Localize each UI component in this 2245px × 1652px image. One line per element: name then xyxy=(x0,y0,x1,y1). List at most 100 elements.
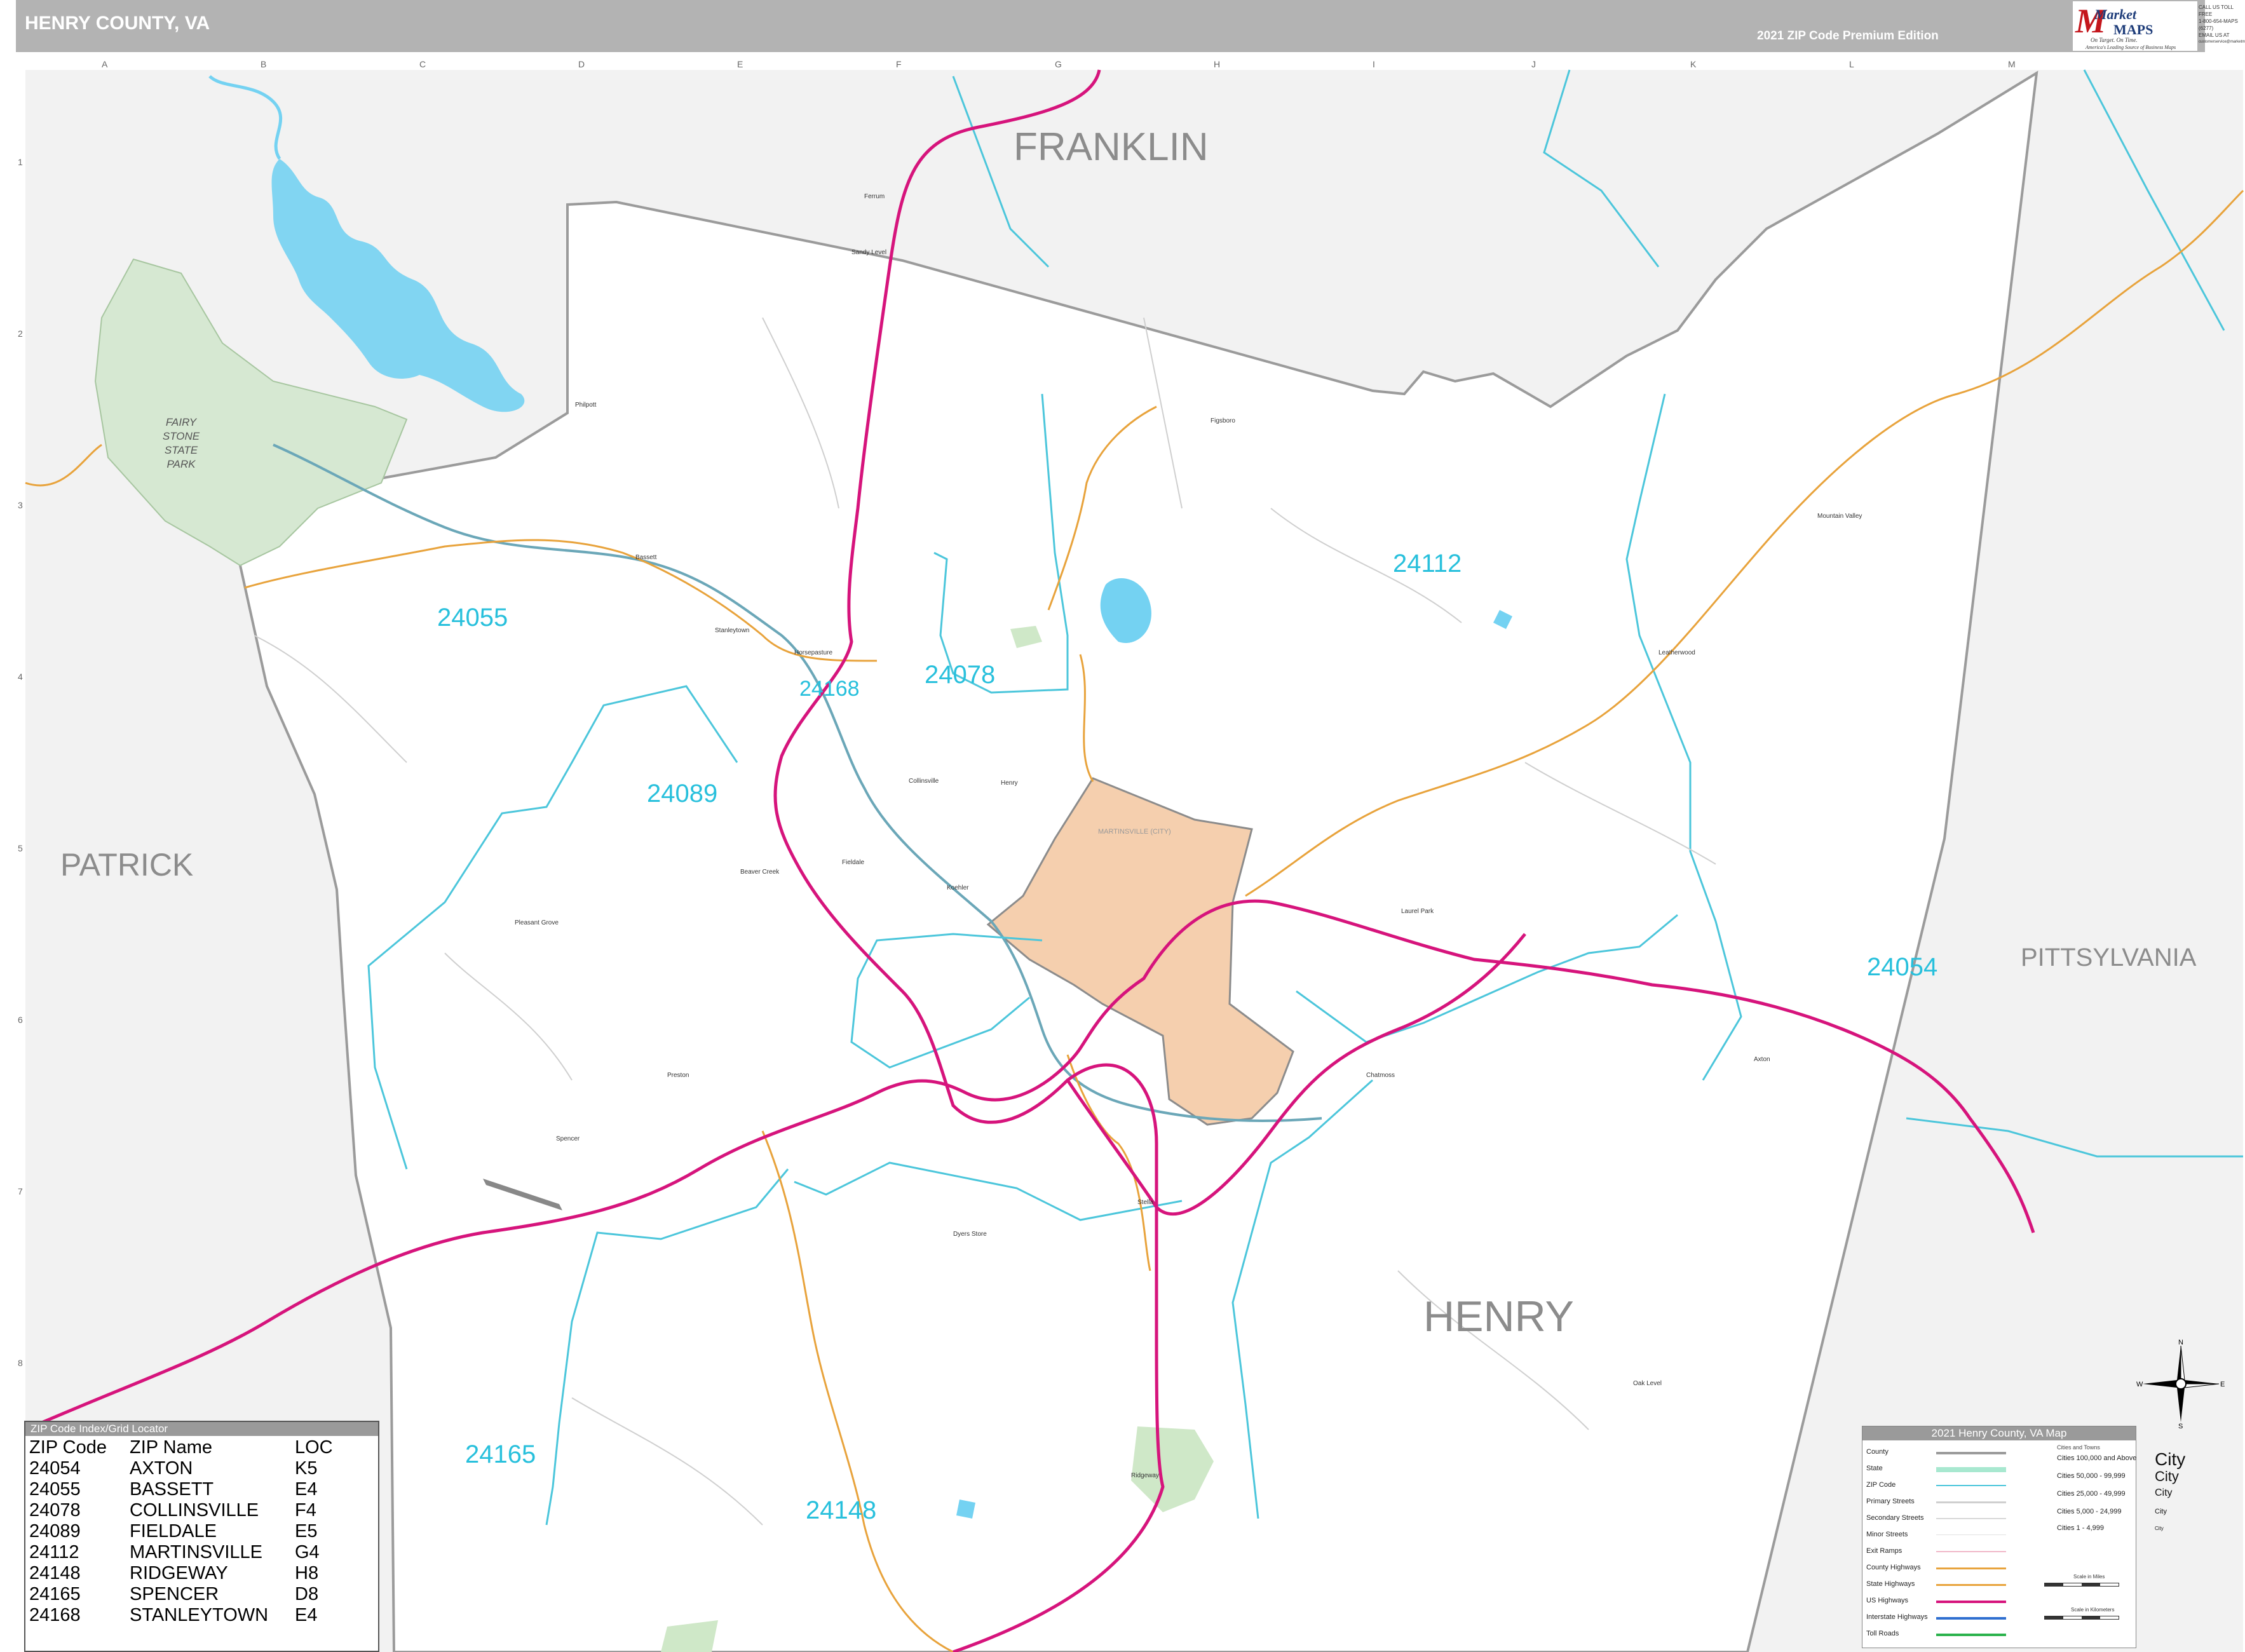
grid-row-label: 2 xyxy=(18,328,23,339)
legend-swatch xyxy=(1936,1452,2006,1454)
grid-col-label: L xyxy=(1849,59,1854,69)
zip-cell: 24078 xyxy=(29,1500,81,1520)
legend-item: Toll Roads xyxy=(1866,1630,1899,1637)
zip-name-cell: RIDGEWAY xyxy=(130,1563,228,1583)
county-label-franklin: FRANKLIN xyxy=(1014,125,1209,169)
grid-row-label: 4 xyxy=(18,672,23,682)
table-row: 24055 BASSETT E4 xyxy=(29,1479,358,1500)
legend-item: State xyxy=(1866,1465,1883,1472)
legend-swatch xyxy=(1936,1617,2006,1620)
city-class-range: Cities 25,000 - 49,999 xyxy=(2057,1490,2126,1498)
place-label: Stella xyxy=(1137,1199,1153,1206)
zip-name-cell: COLLINSVILLE xyxy=(130,1500,259,1520)
place-label: Laurel Park xyxy=(1401,908,1434,915)
grid-row-label: 3 xyxy=(18,500,23,510)
loc-cell: G4 xyxy=(295,1542,320,1562)
place-label: Preston xyxy=(667,1072,689,1079)
loc-cell: E4 xyxy=(295,1479,318,1500)
city-class-label: City xyxy=(2155,1526,2164,1531)
zip-cell: 24148 xyxy=(29,1563,81,1583)
park-label-line: FAIRY xyxy=(166,416,198,428)
place-label: Dyers Store xyxy=(953,1231,987,1238)
legend-item: ZIP Code xyxy=(1866,1481,1896,1489)
zip-cell: 24165 xyxy=(29,1584,81,1604)
grid-col-label: D xyxy=(578,59,585,69)
legend-item: Exit Ramps xyxy=(1866,1547,1902,1555)
compass-w-label: W xyxy=(2136,1381,2143,1388)
zip-label-24148: 24148 xyxy=(806,1496,876,1524)
park-label-line: STONE xyxy=(163,430,200,442)
city-class-range: Cities 50,000 - 99,999 xyxy=(2057,1472,2126,1480)
grid-row-label: 7 xyxy=(18,1186,23,1196)
zip-name-cell: AXTON xyxy=(130,1458,193,1479)
city-label-martinsville: MARTINSVILLE (CITY) xyxy=(1098,828,1171,836)
legend-swatch xyxy=(1936,1584,2006,1586)
county-label-henry: HENRY xyxy=(1423,1292,1574,1341)
grid-col-label: I xyxy=(1373,59,1375,69)
loc-cell: E4 xyxy=(295,1605,318,1625)
scale-bar-km xyxy=(2044,1616,2119,1620)
zip-code-index: ZIP Code Index/Grid Locator ZIP Code ZIP… xyxy=(24,1421,379,1652)
grid-col-label: F xyxy=(896,59,902,69)
legend-swatch xyxy=(1936,1551,2006,1552)
city-class-range: Cities 5,000 - 24,999 xyxy=(2057,1508,2122,1515)
park-label-line: PARK xyxy=(166,458,196,470)
place-label: Bassett xyxy=(635,554,657,561)
zip-name-cell: FIELDALE xyxy=(130,1521,217,1541)
grid-col-label: J xyxy=(1531,59,1536,69)
legend-swatch xyxy=(1936,1634,2006,1636)
zip-cell: 24112 xyxy=(29,1542,79,1562)
table-row: 24089 FIELDALE E5 xyxy=(29,1521,358,1542)
legend-swatch xyxy=(1936,1485,2006,1486)
legend-title: 2021 Henry County, VA Map xyxy=(1862,1426,2136,1440)
grid-col-label: A xyxy=(102,59,108,69)
zip-cell: 24054 xyxy=(29,1458,81,1479)
county-label-patrick: PATRICK xyxy=(60,847,193,883)
zip-label-24089: 24089 xyxy=(647,780,717,808)
place-label: Leatherwood xyxy=(1658,649,1695,656)
place-label: Koehler xyxy=(947,884,969,891)
table-row: 24148 RIDGEWAY H8 xyxy=(29,1563,358,1584)
place-label: Horsepasture xyxy=(794,649,832,656)
legend-item: US Highways xyxy=(1866,1597,1909,1604)
zip-name-cell: MARTINSVILLE xyxy=(130,1542,262,1562)
legend-item: Minor Streets xyxy=(1866,1531,1908,1538)
city-class-range: Cities 1 - 4,999 xyxy=(2057,1524,2104,1532)
grid-row-label: 8 xyxy=(18,1358,23,1368)
legend-swatch xyxy=(1936,1501,2006,1503)
place-label: Philpott xyxy=(575,402,597,409)
place-label: Collinsville xyxy=(909,778,939,785)
zip-label-24165: 24165 xyxy=(465,1440,536,1468)
legend-item: Primary Streets xyxy=(1866,1498,1915,1505)
zip-label-24168: 24168 xyxy=(799,677,860,701)
grid-row-label: 6 xyxy=(18,1015,23,1025)
place-label: Ferrum xyxy=(864,193,885,200)
legend-swatch xyxy=(1936,1601,2006,1603)
grid-col-label: H xyxy=(1214,59,1220,69)
legend-swatch xyxy=(1936,1567,2006,1569)
zip-label-24112: 24112 xyxy=(1393,550,1462,578)
park-label-line: STATE xyxy=(165,444,198,456)
legend-item: County xyxy=(1866,1448,1889,1456)
grid-col-label: B xyxy=(261,59,266,69)
legend-item: State Highways xyxy=(1866,1580,1915,1588)
zip-index-title: ZIP Code Index/Grid Locator xyxy=(25,1422,378,1436)
column-header: ZIP Code xyxy=(29,1437,107,1458)
zip-name-cell: BASSETT xyxy=(130,1479,214,1500)
compass-n-label: N xyxy=(2178,1339,2183,1346)
legend-swatch xyxy=(1936,1518,2006,1519)
grid-col-label: K xyxy=(1690,59,1697,69)
loc-cell: D8 xyxy=(295,1584,319,1604)
place-label: Chatmoss xyxy=(1366,1072,1395,1079)
scale-km-label: Scale in Kilometers xyxy=(2071,1607,2115,1613)
place-label: Oak Level xyxy=(1633,1380,1662,1387)
city-class-label: City xyxy=(2155,1468,2179,1484)
loc-cell: E5 xyxy=(295,1521,318,1541)
column-header: LOC xyxy=(295,1437,333,1458)
grid-col-label: M xyxy=(2008,59,2016,69)
place-label: Figsboro xyxy=(1211,417,1235,424)
compass-e-label: E xyxy=(2220,1381,2225,1388)
city-class-label: City xyxy=(2155,1508,2167,1515)
lake-small-south xyxy=(956,1500,975,1519)
legend-item: Interstate Highways xyxy=(1866,1613,1928,1621)
